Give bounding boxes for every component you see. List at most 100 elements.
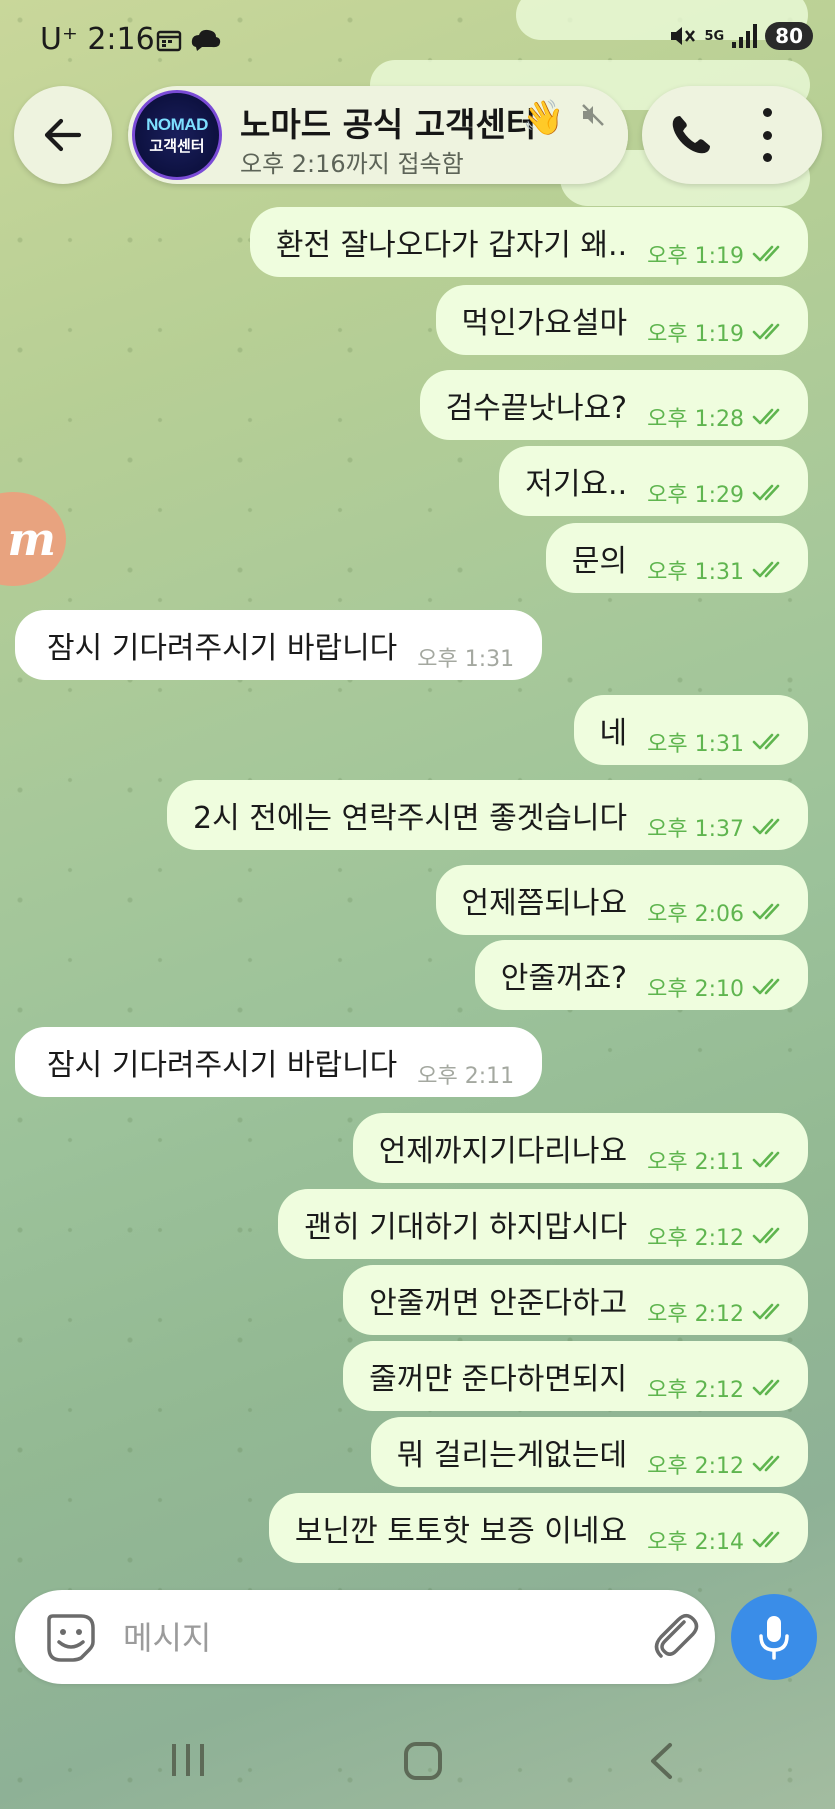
outgoing-message[interactable]: 언제쯤되나요 오후 2:06 — [435, 865, 808, 935]
message-time: 오후 1:28 — [647, 407, 744, 432]
message-text: 잠시 기다려주시기 바랍니다 — [47, 1048, 398, 1083]
outgoing-message[interactable]: 네 오후 1:31 — [573, 695, 808, 765]
more-menu-button[interactable] — [752, 108, 782, 162]
message-time: 오후 2:14 — [647, 1530, 744, 1555]
avatar-subtext: 고객센터 — [149, 136, 205, 155]
outgoing-message[interactable]: 언제까지기다리나요 오후 2:11 — [352, 1113, 808, 1183]
message-text: 줄꺼먄 준다하면되지 — [369, 1362, 628, 1397]
message-meta: 오후 1:31 — [647, 554, 788, 586]
message-input[interactable] — [121, 1614, 545, 1662]
outgoing-message[interactable]: 2시 전에는 연락주시면 좋겟습니다 오후 1:37 — [167, 780, 808, 850]
muted-icon — [582, 104, 604, 126]
incoming-message[interactable]: 잠시 기다려주시기 바랍니다 오후 2:11 — [15, 1027, 543, 1097]
paperclip-icon[interactable] — [651, 1610, 701, 1664]
message-time: 오후 1:29 — [647, 483, 744, 508]
system-navigation-bar — [0, 1700, 835, 1809]
double-check-icon — [752, 1151, 780, 1168]
message-meta: 오후 2:12 — [647, 1448, 788, 1480]
message-time: 오후 2:06 — [647, 902, 744, 927]
phone-call-icon[interactable] — [666, 110, 716, 160]
status-time: U⁺ 2:16 — [40, 22, 155, 57]
incoming-message[interactable]: 잠시 기다려주시기 바랍니다 오후 1:31 — [15, 610, 543, 680]
message-text: 저기요.. — [525, 467, 628, 502]
message-meta: 오후 1:28 — [647, 401, 788, 433]
notification-icons — [156, 24, 222, 54]
message-time: 오후 1:19 — [647, 322, 744, 347]
message-time: 오후 1:37 — [647, 817, 744, 842]
microphone-icon — [759, 1616, 789, 1660]
double-check-icon — [752, 818, 780, 835]
message-text: 안줄꺼죠? — [500, 961, 628, 996]
message-meta: 오후 2:12 — [647, 1220, 788, 1252]
message-meta: 오후 1:19 — [647, 238, 788, 270]
outgoing-message[interactable]: 줄꺼먄 준다하면되지 오후 2:12 — [343, 1341, 808, 1411]
message-meta: 오후 2:06 — [647, 896, 788, 928]
message-meta: 오후 2:10 — [647, 971, 788, 1003]
message-meta: 오후 2:11 — [417, 1058, 514, 1090]
double-check-icon — [752, 903, 780, 920]
message-time: 오후 2:12 — [647, 1226, 744, 1251]
back-button[interactable] — [14, 86, 112, 184]
message-time: 오후 2:11 — [417, 1064, 515, 1089]
chat-header: NOMAD 고객센터 노마드 공식 고객센터 👋 오후 2:16까지 접속함 — [0, 84, 835, 184]
recent-apps-button[interactable] — [172, 1744, 204, 1776]
chat-info[interactable]: NOMAD 고객센터 노마드 공식 고객센터 👋 오후 2:16까지 접속함 — [128, 86, 628, 184]
system-back-icon[interactable] — [648, 1742, 674, 1780]
message-text: 괜히 기대하기 하지맙시다 — [304, 1210, 628, 1245]
avatar[interactable]: NOMAD 고객센터 — [132, 90, 222, 180]
message-input-container — [15, 1590, 715, 1684]
message-time: 오후 1:31 — [417, 647, 515, 672]
message-meta: 오후 2:14 — [647, 1524, 788, 1556]
message-meta: 오후 1:31 — [417, 641, 514, 673]
clock: 2:16 — [87, 22, 155, 57]
double-check-icon — [752, 1531, 780, 1548]
message-meta: 오후 1:19 — [647, 316, 788, 348]
wave-emoji-icon: 👋 — [522, 98, 565, 138]
outgoing-message[interactable]: 뭐 걸리는게없는데 오후 2:12 — [370, 1417, 808, 1487]
message-text: 보닌깐 토토핫 보증 이네요 — [294, 1514, 628, 1549]
message-time: 오후 1:31 — [647, 560, 744, 585]
composer — [15, 1590, 817, 1684]
message-text: 안줄꺼면 안준다하고 — [369, 1286, 628, 1321]
message-text: 먹인가요설마 — [461, 306, 628, 341]
double-check-icon — [752, 408, 780, 425]
calendar-icon — [156, 30, 182, 51]
header-actions — [642, 86, 822, 184]
last-seen-status: 오후 2:16까지 접속함 — [240, 150, 464, 178]
home-button[interactable] — [404, 1742, 442, 1780]
message-time: 오후 2:12 — [647, 1378, 744, 1403]
message-meta: 오후 1:29 — [647, 477, 788, 509]
message-time: 오후 2:10 — [647, 977, 744, 1002]
arrow-left-icon — [44, 118, 82, 152]
chat-cloud-icon — [192, 29, 221, 51]
system-indicators: 5G 80 — [668, 22, 813, 50]
message-time: 오후 2:12 — [647, 1454, 744, 1479]
avatar-text: NOMAD — [146, 114, 208, 134]
message-meta: 오후 2:12 — [647, 1296, 788, 1328]
double-check-icon — [752, 733, 780, 750]
outgoing-message[interactable]: 환전 잘나오다가 갑자기 왜.. 오후 1:19 — [249, 207, 808, 277]
double-check-icon — [752, 978, 780, 995]
sticker-emoji-icon[interactable] — [45, 1612, 97, 1664]
outgoing-message[interactable]: 안줄꺼죠? 오후 2:10 — [474, 940, 808, 1010]
message-time: 오후 1:19 — [647, 244, 744, 269]
outgoing-message[interactable]: 문의 오후 1:31 — [545, 523, 808, 593]
outgoing-message[interactable]: 보닌깐 토토핫 보증 이네요 오후 2:14 — [268, 1493, 808, 1563]
voice-record-button[interactable] — [731, 1594, 817, 1680]
message-text: 네 — [599, 716, 628, 751]
double-check-icon — [752, 561, 780, 578]
carrier-label: U⁺ — [40, 22, 78, 57]
network-type: 5G — [704, 28, 725, 44]
double-check-icon — [752, 1379, 780, 1396]
outgoing-message[interactable]: 안줄꺼면 안준다하고 오후 2:12 — [343, 1265, 808, 1335]
message-text: 2시 전에는 연락주시면 좋겟습니다 — [193, 801, 628, 836]
double-check-icon — [752, 1303, 780, 1320]
outgoing-message[interactable]: 검수끝낫나요? 오후 1:28 — [419, 370, 808, 440]
outgoing-message[interactable]: 괜히 기대하기 하지맙시다 오후 2:12 — [278, 1189, 808, 1259]
outgoing-message[interactable]: 먹인가요설마 오후 1:19 — [435, 285, 808, 355]
chat-title: 노마드 공식 고객센터 — [240, 105, 537, 144]
outgoing-message[interactable]: 저기요.. 오후 1:29 — [499, 446, 808, 516]
message-time: 오후 2:12 — [647, 1302, 744, 1327]
battery-level: 80 — [765, 22, 813, 50]
status-bar: U⁺ 2:16 5G 80 — [0, 0, 835, 80]
